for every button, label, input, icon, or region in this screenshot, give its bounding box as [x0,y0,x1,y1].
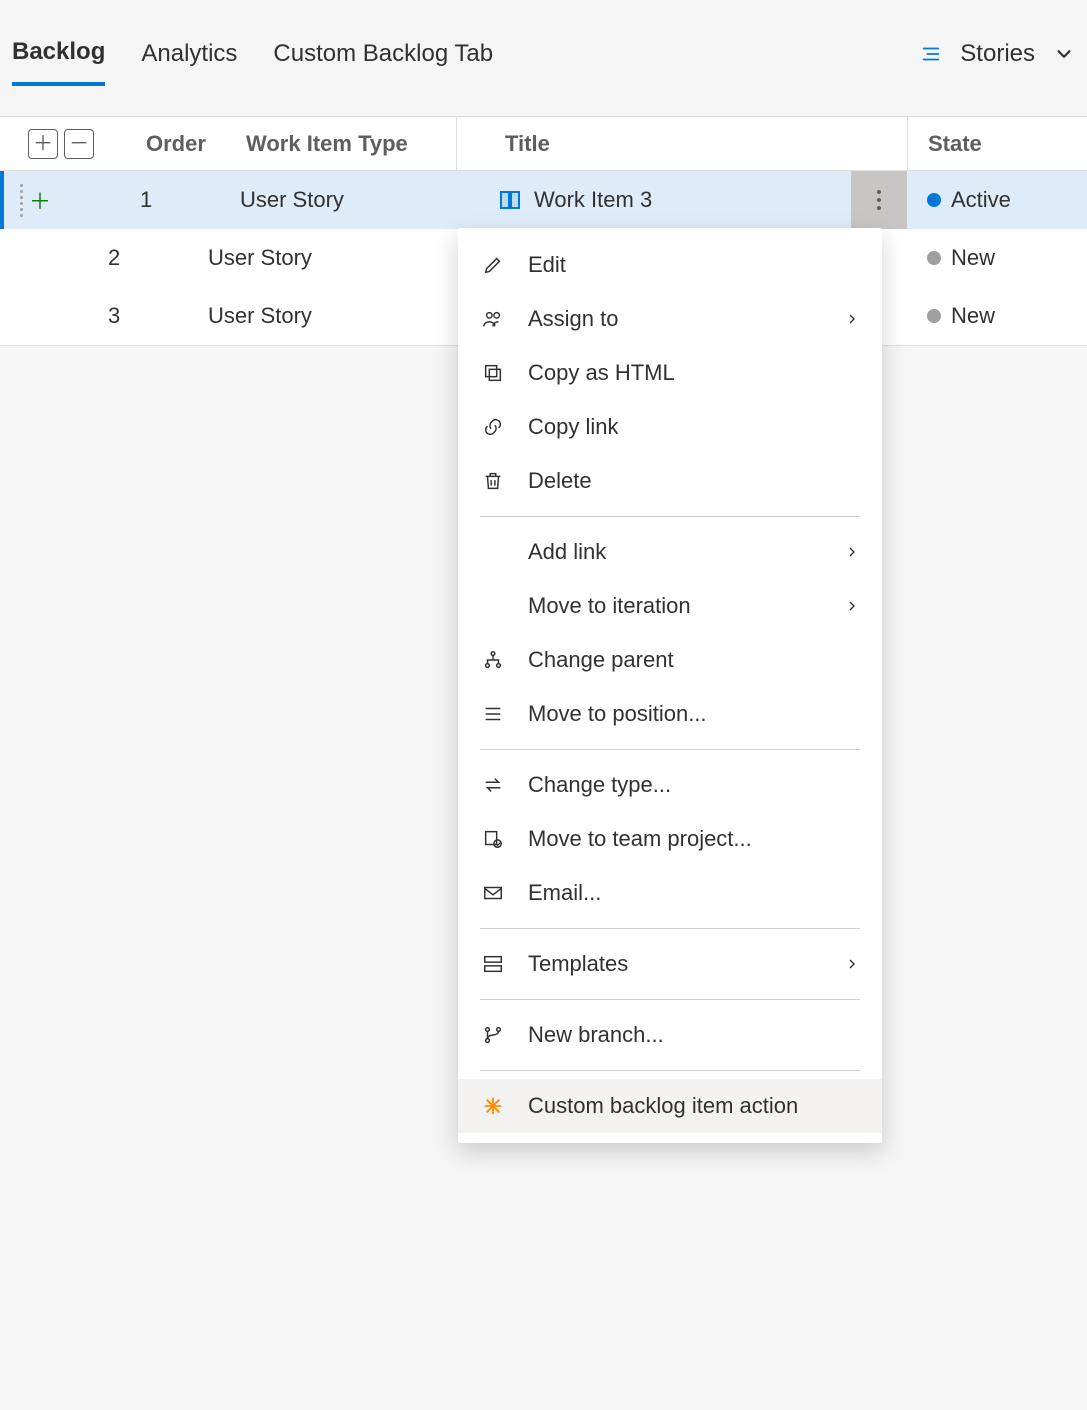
copy-icon [480,362,506,384]
menu-change-parent[interactable]: Change parent [458,633,882,687]
state-cell: New [907,245,1087,271]
menu-templates[interactable]: Templates [458,937,882,991]
state-cell: New [907,303,1087,329]
menu-move-position[interactable]: Move to position... [458,687,882,741]
type-cell: User Story [240,187,450,213]
tab-bar: Backlog Analytics Custom Backlog Tab Sto… [0,0,1087,96]
branch-icon [480,1024,506,1046]
order-cell: 3 [108,303,208,329]
order-cell: 2 [108,245,208,271]
asterisk-icon [480,1095,506,1117]
add-child-button[interactable]: ＋ [28,184,52,216]
trash-icon [480,470,506,492]
list-icon [920,43,942,65]
menu-email[interactable]: Email... [458,866,882,920]
row-actions-button[interactable] [851,171,907,229]
menu-add-link[interactable]: Add link [458,525,882,579]
chevron-right-icon [844,544,860,560]
chevron-right-icon [844,956,860,972]
column-state[interactable]: State [907,117,1087,170]
menu-edit[interactable]: Edit [458,238,882,292]
list-icon [480,703,506,725]
column-order[interactable]: Order [146,131,246,157]
menu-delete[interactable]: Delete [458,454,882,508]
grid-header: ＋ － Order Work Item Type Title State [0,117,1087,171]
menu-assign-to[interactable]: Assign to [458,292,882,346]
templates-icon [480,953,506,975]
menu-custom-action[interactable]: Custom backlog item action [458,1079,882,1133]
collapse-all-button[interactable]: － [64,129,94,159]
state-dot-icon [927,251,941,265]
menu-separator [480,749,860,750]
menu-separator [480,999,860,1000]
swap-icon [480,774,506,796]
menu-separator [480,1070,860,1071]
column-title[interactable]: Title [456,117,907,170]
menu-new-branch[interactable]: New branch... [458,1008,882,1062]
drag-handle-icon[interactable] [14,184,28,217]
menu-separator [480,516,860,517]
menu-move-project[interactable]: Move to team project... [458,812,882,866]
hierarchy-icon [480,649,506,671]
menu-copy-link[interactable]: Copy link [458,400,882,454]
context-menu: Edit Assign to Copy as HTML Copy link De… [458,228,882,1143]
expand-all-button[interactable]: ＋ [28,129,58,159]
more-icon [877,190,881,210]
chevron-down-icon [1053,43,1075,65]
backlog-level-picker[interactable]: Stories [920,40,1075,84]
order-cell: 1 [140,187,240,213]
tab-custom[interactable]: Custom Backlog Tab [273,40,493,84]
assign-icon [480,308,506,330]
table-row[interactable]: ＋ 1 User Story Work Item 3 Active [0,171,1087,229]
edit-icon [480,254,506,276]
state-cell: Active [907,187,1087,213]
chevron-right-icon [844,311,860,327]
user-story-icon [498,188,522,212]
menu-move-iteration[interactable]: Move to iteration [458,579,882,633]
menu-change-type[interactable]: Change type... [458,758,882,812]
tab-analytics[interactable]: Analytics [141,40,237,84]
title-text: Work Item 3 [534,187,652,213]
tab-backlog[interactable]: Backlog [12,38,105,86]
type-cell: User Story [208,245,418,271]
type-cell: User Story [208,303,418,329]
backlog-level-label: Stories [960,40,1035,68]
menu-separator [480,928,860,929]
chevron-right-icon [844,598,860,614]
column-work-item-type[interactable]: Work Item Type [246,131,456,157]
move-project-icon [480,828,506,850]
link-icon [480,416,506,438]
mail-icon [480,882,506,904]
state-dot-icon [927,309,941,323]
title-cell[interactable]: Work Item 3 [450,187,851,213]
state-dot-icon [927,193,941,207]
menu-copy-html[interactable]: Copy as HTML [458,346,882,400]
